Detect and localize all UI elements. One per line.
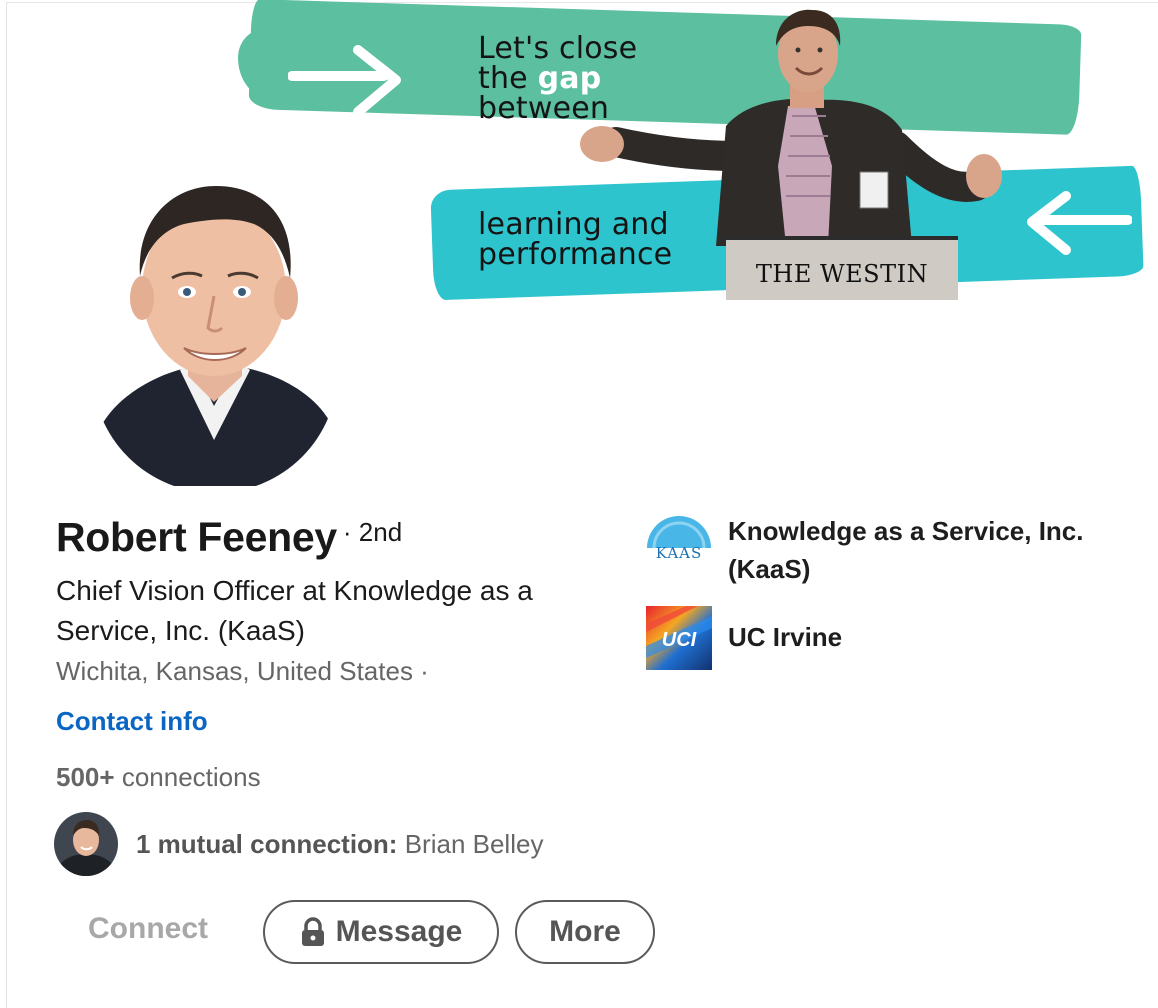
arrow-right-icon: [288, 45, 401, 117]
mutual-connection-avatar: [54, 812, 118, 876]
mutual-connection-label: 1 mutual connection:: [136, 828, 398, 859]
connection-degree: · 2nd: [342, 517, 403, 547]
arrow-left-icon: [1027, 191, 1132, 255]
mutual-connections[interactable]: 1 mutual connection: Brian Belley: [54, 812, 543, 876]
profile-name: Robert Feeney: [56, 514, 337, 560]
school-name: UC Irvine: [728, 622, 843, 652]
company-name: Knowledge as a Service, Inc. (KaaS): [728, 516, 1084, 584]
lock-icon: [301, 917, 324, 946]
connections-label: connections: [121, 762, 261, 792]
kaas-logo-text: KAAS: [656, 544, 703, 562]
podium-label: THE WESTIN: [755, 260, 929, 288]
uci-logo-text: UCI: [662, 629, 697, 651]
name-row: Robert Feeney · 2nd: [56, 514, 402, 561]
profile-headline: Chief Vision Officer at Knowledge as a S…: [56, 575, 533, 646]
kaas-logo: KAAS: [647, 516, 711, 562]
message-button-label: Message: [335, 915, 463, 948]
profile-location: Wichita, Kansas, United States ·: [56, 656, 429, 686]
connections-count[interactable]: 500+ connections: [56, 762, 261, 793]
profile-photo[interactable]: [92, 180, 338, 486]
education-school[interactable]: UCI UC Irvine: [646, 606, 1088, 670]
speaker-photo: [580, 9, 1002, 246]
connections-number: 500+: [56, 762, 115, 792]
contact-info-link[interactable]: Contact info: [56, 706, 208, 737]
message-button[interactable]: Message: [263, 900, 499, 964]
more-button[interactable]: More: [515, 900, 655, 964]
mutual-connection-name: Brian Belley: [404, 828, 544, 859]
current-company[interactable]: KAAS Knowledge as a Service, Inc. (KaaS): [646, 512, 1088, 588]
podium: THE WESTIN: [726, 236, 958, 300]
uci-logo: UCI: [646, 606, 712, 670]
mutual-connection-text: 1 mutual connection: Brian Belley: [136, 829, 543, 860]
connect-button[interactable]: Connect: [88, 912, 208, 946]
